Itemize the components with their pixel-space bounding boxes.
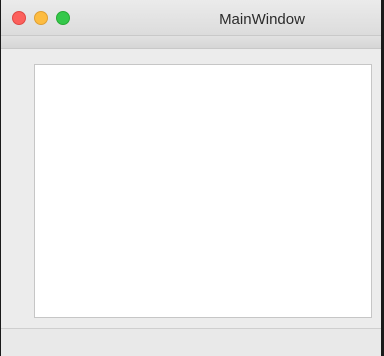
window-title: MainWindow [219,11,305,28]
title-bar[interactable]: MainWindow [1,0,381,36]
minimize-button[interactable] [34,11,48,25]
close-button[interactable] [12,11,26,25]
zoom-button[interactable] [56,11,70,25]
content-area[interactable] [34,64,372,318]
toolbar [1,36,381,49]
main-window: MainWindow [1,0,381,356]
central-widget [1,49,381,328]
status-bar [1,328,381,356]
